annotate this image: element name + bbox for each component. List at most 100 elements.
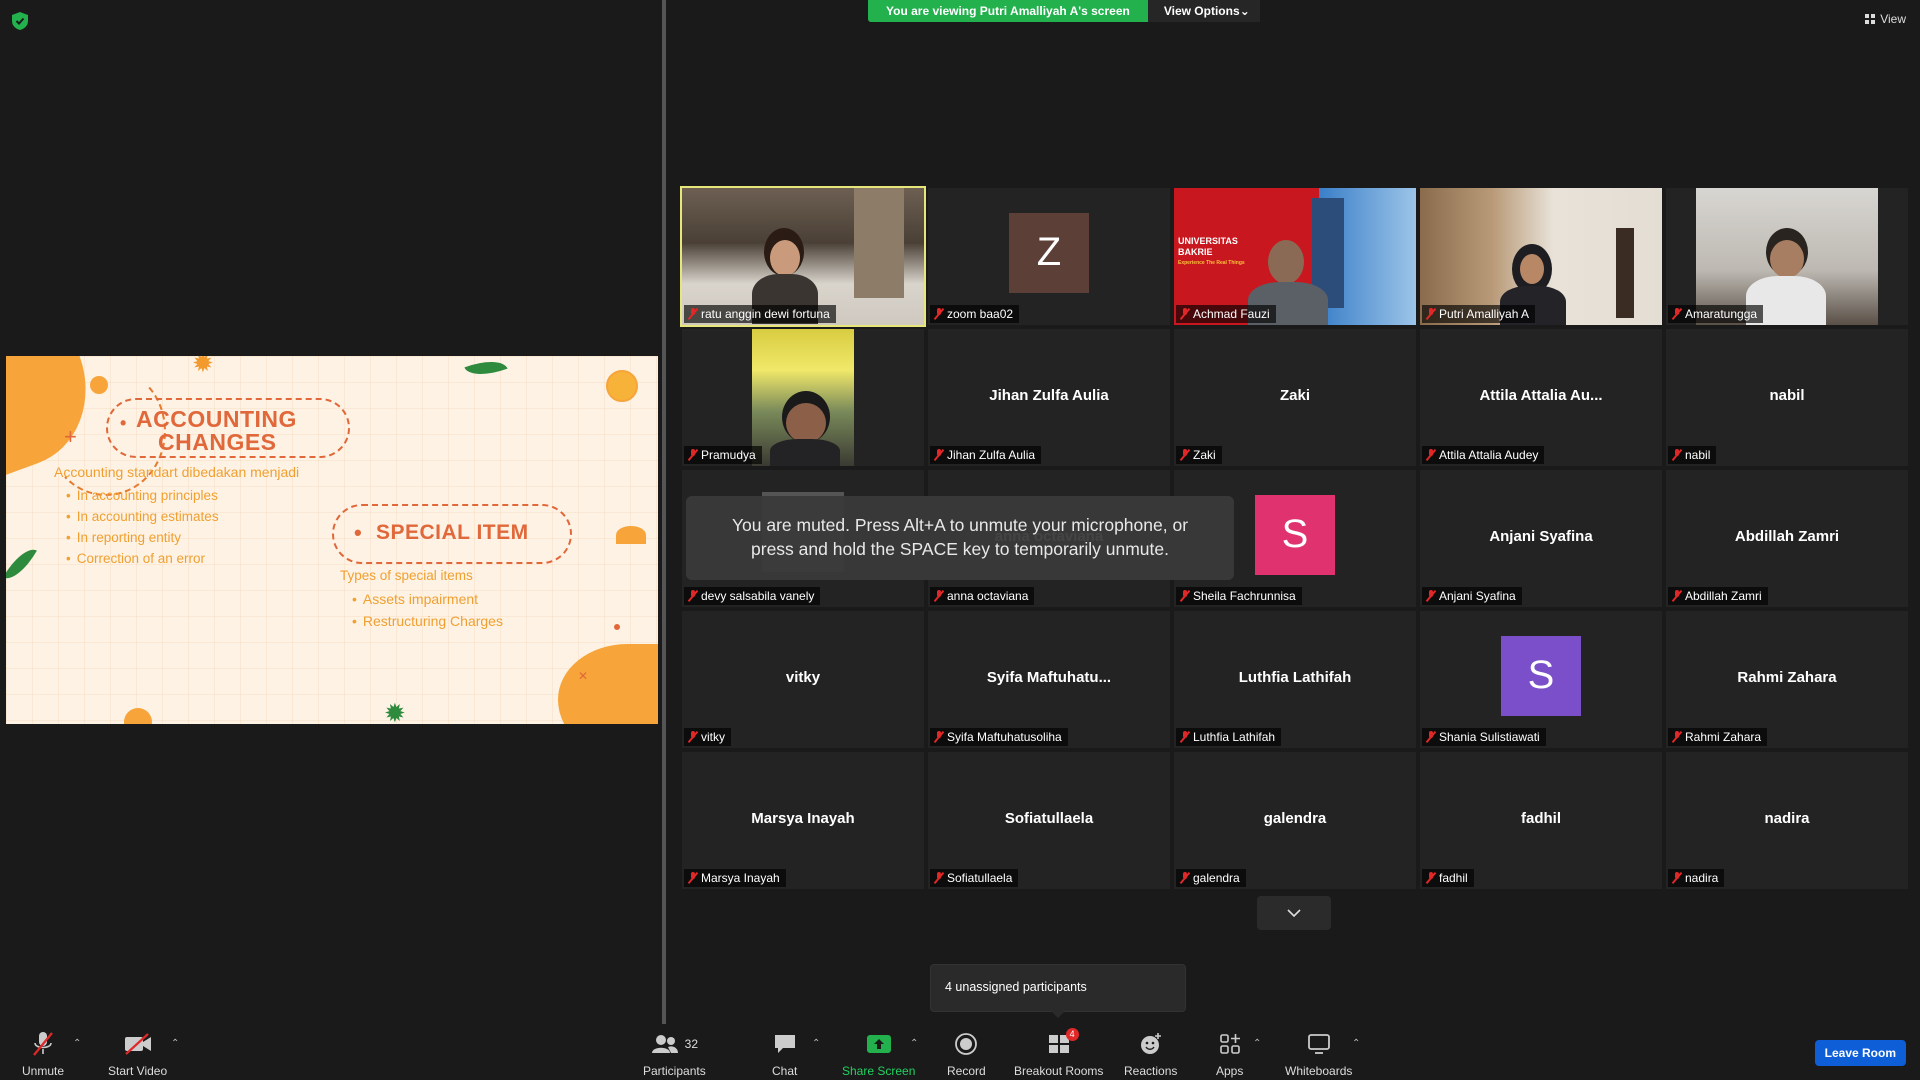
participant-display-name: Attila Attalia Au... [1479, 387, 1603, 404]
participant-tile[interactable]: Anjani Syafina Anjani Syafina [1420, 470, 1662, 607]
participant-tile[interactable]: Amaratungga [1666, 188, 1908, 325]
mic-muted-icon [688, 308, 698, 320]
mic-muted-icon [1180, 449, 1190, 461]
whiteboard-icon [1307, 1034, 1330, 1054]
participant-display-name: nabil [1769, 387, 1805, 404]
participant-name-label: ratu anggin dewi fortuna [684, 305, 836, 323]
record-icon [955, 1033, 978, 1055]
participant-tile[interactable]: Putri Amalliyah A [1420, 188, 1662, 325]
chat-icon [774, 1035, 795, 1053]
participant-name-label: nabil [1668, 446, 1717, 464]
participant-tile[interactable]: Attila Attalia Au... Attila Attalia Audey [1420, 329, 1662, 466]
panel-resize-divider[interactable] [662, 0, 666, 1030]
participants-button[interactable]: 32 Participants [643, 1030, 706, 1078]
mic-muted-icon [1672, 872, 1682, 884]
screen-share-banner: You are viewing Putri Amalliyah A's scre… [868, 0, 1260, 22]
chevron-down-icon [1287, 909, 1301, 918]
video-options-caret-icon[interactable]: ⌃ [171, 1038, 179, 1049]
mic-muted-icon [1180, 308, 1190, 320]
microphone-muted-icon [33, 1032, 53, 1056]
whiteboards-button[interactable]: Whiteboards [1285, 1030, 1352, 1078]
participant-tile[interactable]: vitky vitky [682, 611, 924, 748]
mic-muted-icon [1672, 590, 1682, 602]
chat-options-caret-icon[interactable]: ⌃ [812, 1038, 820, 1049]
participant-tile[interactable]: Pramudya [682, 329, 924, 466]
apps-button[interactable]: Apps [1216, 1030, 1243, 1078]
whiteboard-options-caret-icon[interactable]: ⌃ [1352, 1038, 1360, 1049]
participant-name-label: galendra [1176, 869, 1246, 887]
participant-tile[interactable]: Zaki Zaki [1174, 329, 1416, 466]
slide-title-2: SPECIAL ITEM [376, 521, 529, 544]
share-screen-icon [866, 1035, 891, 1053]
participant-name-label: nadira [1668, 869, 1725, 887]
slide-subtitle-1: Accounting standart dibedakan menjadi [54, 464, 300, 480]
slide-bullet: Restructuring Charges [352, 613, 503, 629]
star-decoration: ✹ [384, 698, 406, 724]
start-video-button[interactable]: Start Video [108, 1030, 167, 1078]
participant-count: 32 [684, 1037, 699, 1051]
participant-display-name: Sofiatullaela [1004, 810, 1094, 827]
participant-display-name: Rahmi Zahara [1737, 669, 1837, 686]
reactions-button[interactable]: Reactions [1124, 1030, 1177, 1078]
grid-view-icon [1865, 14, 1876, 24]
slide-bullet: In accounting estimates [66, 509, 219, 524]
apps-options-caret-icon[interactable]: ⌃ [1253, 1038, 1261, 1049]
participants-icon [651, 1035, 678, 1053]
chat-button[interactable]: Chat [772, 1030, 797, 1078]
participant-name-label: Anjani Syafina [1422, 587, 1522, 605]
audio-options-caret-icon[interactable]: ⌃ [73, 1038, 81, 1049]
share-options-caret-icon[interactable]: ⌃ [910, 1038, 918, 1049]
participant-tile[interactable]: Marsya Inayah Marsya Inayah [682, 752, 924, 889]
participant-display-name: Jihan Zulfa Aulia [989, 387, 1109, 404]
participant-name-label: fadhil [1422, 869, 1474, 887]
slide-bullet: In accounting principles [66, 488, 218, 503]
participant-tile[interactable]: UNIVERSITAS BAKRIE Experience The Real Thi… [1174, 188, 1416, 325]
avatar: Z [1009, 212, 1089, 293]
participant-display-name: Zaki [1279, 387, 1310, 404]
mic-muted-icon [688, 872, 698, 884]
leave-room-button[interactable]: Leave Room [1814, 1040, 1906, 1066]
breakout-rooms-button[interactable]: 4 Breakout Rooms [1014, 1028, 1103, 1078]
participant-tile[interactable]: Rahmi Zahara Rahmi Zahara [1666, 611, 1908, 748]
participant-tile[interactable]: galendra galendra [1174, 752, 1416, 889]
participant-tile[interactable]: Luthfia Lathifah Luthfia Lathifah [1174, 611, 1416, 748]
background-text: UNIVERSITAS BAKRIE Experience The Real Thi… [1178, 236, 1245, 266]
participant-name-label: Pramudya [684, 446, 762, 464]
participant-tile[interactable]: fadhil fadhil [1420, 752, 1662, 889]
participant-tile[interactable]: nadira nadira [1666, 752, 1908, 889]
view-options-button[interactable]: View Options ⌄ [1147, 0, 1260, 22]
participant-display-name: vitky [785, 669, 821, 686]
viewing-screen-label: You are viewing Putri Amalliyah A's scre… [868, 0, 1148, 22]
participant-tile[interactable]: ratu anggin dewi fortuna [680, 186, 926, 327]
muted-notification: You are muted. Press Alt+A to unmute you… [686, 496, 1234, 580]
mic-muted-icon [934, 731, 944, 743]
participant-name-label: Marsya Inayah [684, 869, 786, 887]
participant-name-label: Jihan Zulfa Aulia [930, 446, 1042, 464]
participant-tile[interactable]: nabil nabil [1666, 329, 1908, 466]
participant-display-name: Syifa Maftuhatu... [986, 669, 1112, 686]
participant-name-label: vitky [684, 728, 731, 746]
shared-screen-slide: ✹ ✹ + ✕ ACCOUNTING CHANGES • Accounting … [6, 356, 658, 724]
unmute-button[interactable]: Unmute [22, 1030, 64, 1078]
participant-tile[interactable]: Zzoom baa02 [928, 188, 1170, 325]
participant-tile[interactable]: S Shania Sulistiawati [1420, 611, 1662, 748]
chevron-down-icon: ⌄ [1239, 4, 1250, 18]
view-button[interactable]: View [1865, 12, 1906, 26]
mic-muted-icon [1672, 449, 1682, 461]
participant-tile[interactable]: Abdillah Zamri Abdillah Zamri [1666, 470, 1908, 607]
participant-display-name: galendra [1263, 810, 1327, 827]
participant-display-name: fadhil [1521, 810, 1561, 827]
slide-bullet: Correction of an error [66, 551, 205, 566]
security-shield-icon[interactable] [12, 12, 28, 30]
mic-muted-icon [688, 449, 698, 461]
share-screen-button[interactable]: Share Screen [842, 1030, 915, 1078]
next-page-button[interactable] [1257, 896, 1331, 930]
participant-name-label: Abdillah Zamri [1668, 587, 1768, 605]
participant-tile[interactable]: Syifa Maftuhatu... Syifa Maftuhatusoliha [928, 611, 1170, 748]
record-button[interactable]: Record [947, 1030, 986, 1078]
participant-tile[interactable]: Sofiatullaela Sofiatullaela [928, 752, 1170, 889]
participant-tile[interactable]: Jihan Zulfa Aulia Jihan Zulfa Aulia [928, 329, 1170, 466]
breakout-badge: 4 [1065, 1028, 1079, 1041]
mic-muted-icon [1426, 731, 1436, 743]
participant-name-label: Putri Amalliyah A [1422, 305, 1536, 323]
